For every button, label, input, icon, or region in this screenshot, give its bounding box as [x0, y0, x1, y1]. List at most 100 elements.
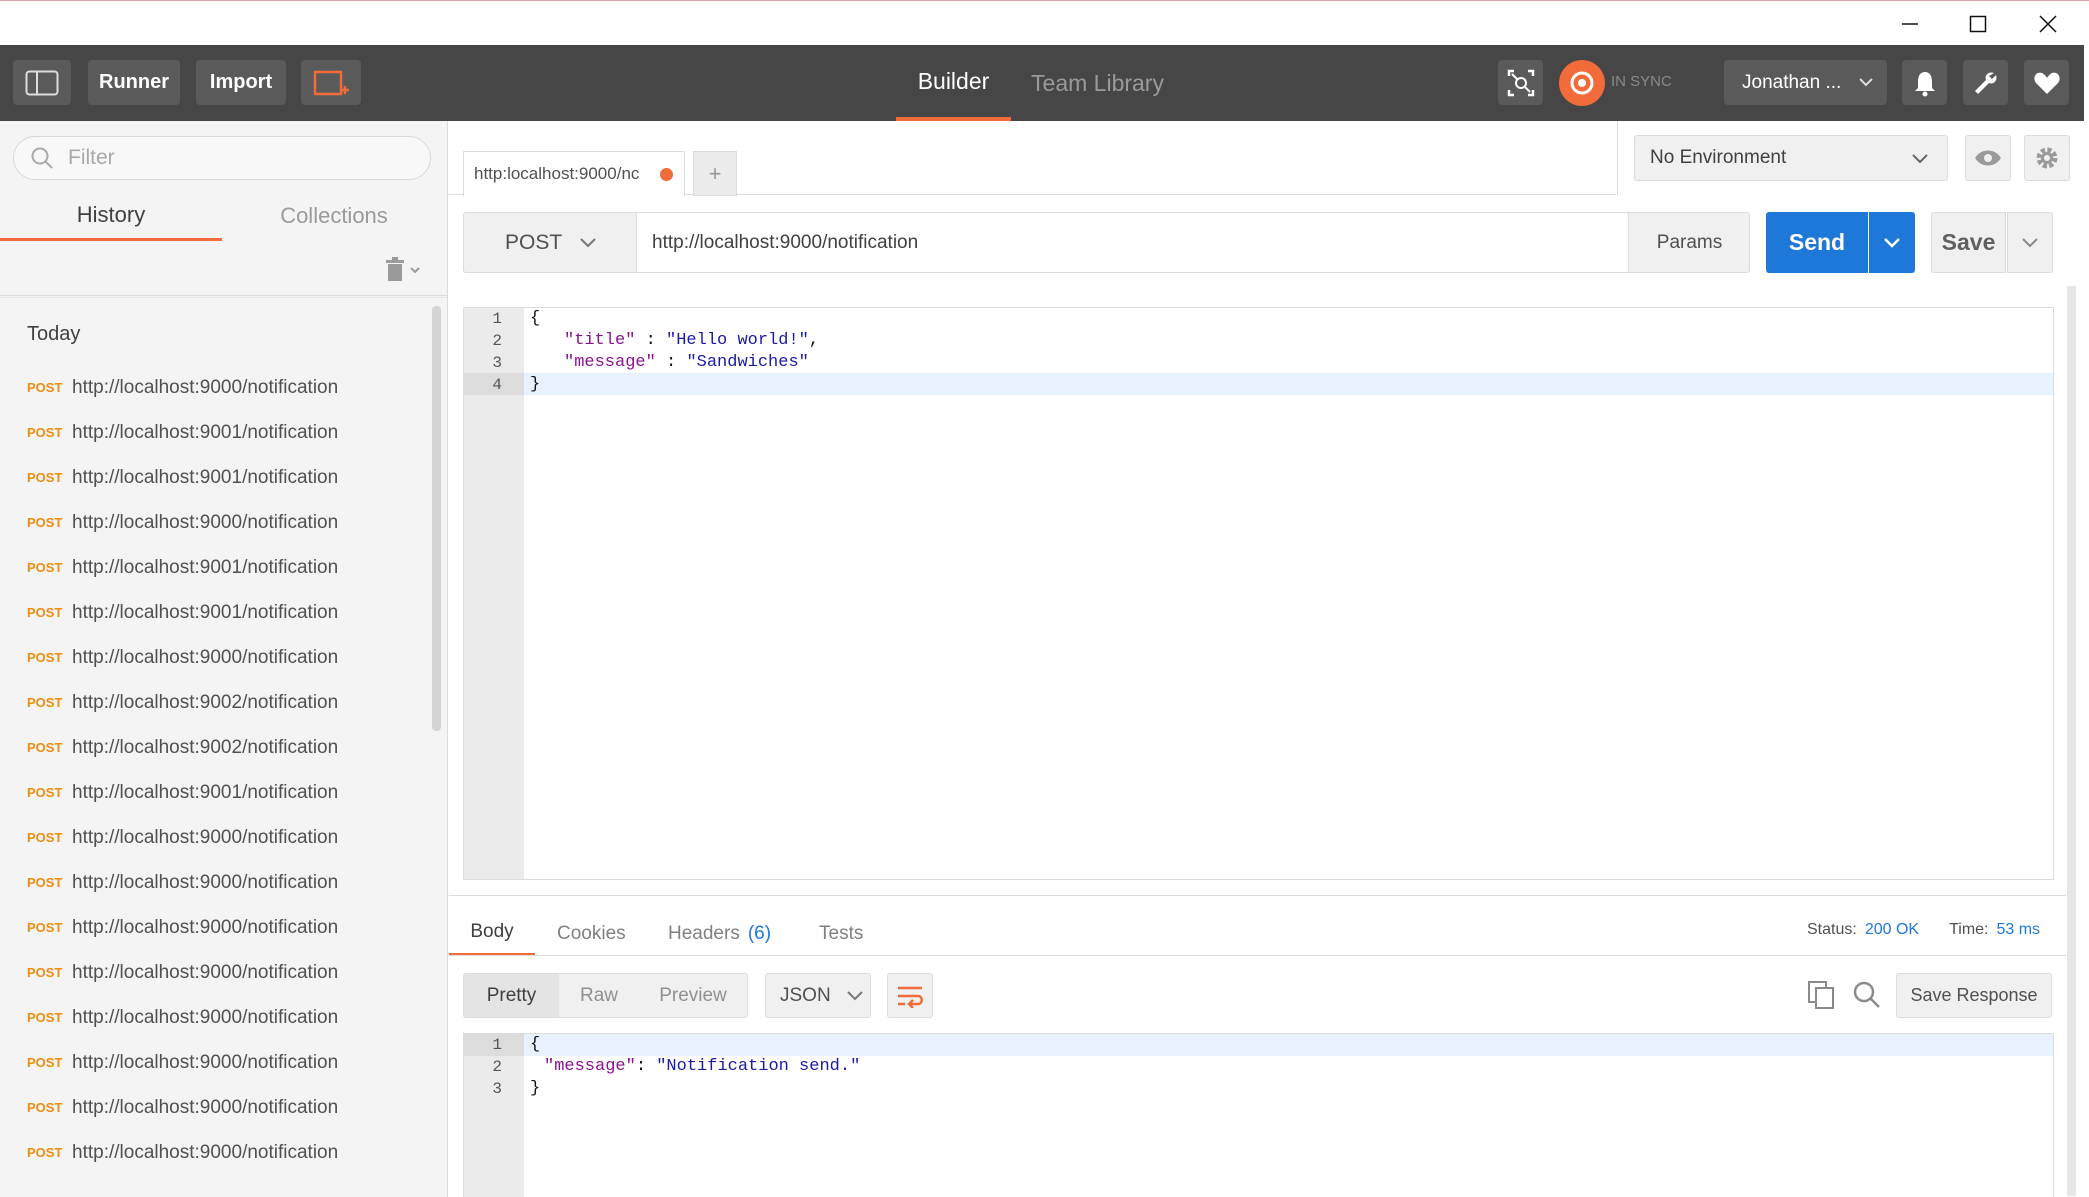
history-item-method: POST — [27, 1055, 63, 1070]
interceptor-icon[interactable] — [1498, 60, 1543, 105]
code-brace: { — [530, 1035, 541, 1054]
chevron-down-icon — [1859, 78, 1873, 87]
add-tab-button[interactable]: + — [693, 151, 737, 196]
code-line: 2 "title" : "Hello world!", — [464, 330, 1964, 352]
environment-select[interactable]: No Environment — [1634, 135, 1948, 181]
history-item-url: http://localhost:9001/notification — [72, 466, 339, 488]
history-item-url: http://localhost:9000/notification — [72, 376, 339, 398]
eye-icon[interactable] — [1965, 135, 2011, 181]
copy-icon[interactable] — [1807, 980, 1837, 1015]
tab-history[interactable]: History — [0, 191, 222, 241]
tab-team-library[interactable]: Team Library — [1025, 45, 1170, 121]
history-item[interactable]: POST http://localhost:9002/notification — [27, 680, 338, 725]
history-item[interactable]: POST http://localhost:9001/notification — [27, 770, 338, 815]
history-item[interactable]: POST http://localhost:9001/notification — [27, 590, 338, 635]
history-item[interactable]: POST http://localhost:9001/notification — [27, 410, 338, 455]
history-item-url: http://localhost:9000/notification — [72, 1141, 339, 1163]
sidebar-scrollbar[interactable] — [432, 306, 441, 731]
close-icon[interactable] — [2013, 1, 2083, 46]
save-button[interactable]: Save — [1931, 212, 2006, 273]
trash-icon[interactable] — [384, 257, 424, 288]
history-item-method: POST — [27, 515, 63, 530]
history-item[interactable]: POST http://localhost:9000/notification — [27, 1130, 338, 1175]
tab-cookies[interactable]: Cookies — [557, 911, 626, 956]
sync-icon[interactable] — [1559, 60, 1605, 106]
main-panel: http:localhost:9000/nc + No Environment … — [449, 121, 2084, 1197]
divider — [0, 295, 447, 296]
code-line: 3 "message" : "Sandwiches" — [464, 352, 1964, 374]
history-item[interactable]: POST http://localhost:9002/notification — [27, 725, 338, 770]
history-item-url: http://localhost:9001/notification — [72, 421, 339, 443]
wrap-lines-icon[interactable] — [887, 973, 933, 1018]
heart-icon[interactable] — [2024, 60, 2069, 105]
history-item[interactable]: POST http://localhost:9000/notification — [27, 1040, 338, 1085]
history-item-method: POST — [27, 695, 63, 710]
history-item[interactable]: POST http://localhost:9001/notification — [27, 455, 338, 500]
history-item-url: http://localhost:9001/notification — [72, 601, 339, 623]
code-brace: { — [530, 309, 541, 328]
url-input[interactable]: http://localhost:9000/notification — [636, 213, 1629, 272]
code-key: "message" — [544, 1057, 636, 1076]
request-tab[interactable]: http:localhost:9000/nc — [463, 151, 685, 196]
filter-input[interactable]: Filter — [13, 136, 431, 180]
history-item[interactable]: POST http://localhost:9000/notification — [27, 995, 338, 1040]
tab-headers[interactable]: Headers (6) — [668, 911, 771, 956]
history-item[interactable]: POST http://localhost:9001/notification — [27, 545, 338, 590]
maximize-icon[interactable] — [1943, 1, 2013, 46]
tab-collections[interactable]: Collections — [222, 191, 446, 241]
response-body-viewer[interactable]: 1{2 "message": "Notification send." 3} — [463, 1033, 2054, 1197]
toggle-sidebar-icon[interactable] — [13, 60, 71, 105]
time-value: 53 ms — [1996, 921, 2041, 938]
main-scrollbar[interactable] — [2067, 286, 2076, 1196]
history-item-method: POST — [27, 1145, 63, 1160]
user-menu[interactable]: Jonathan ... — [1724, 60, 1887, 105]
minimize-icon[interactable] — [1875, 1, 1945, 46]
settings-wrench-icon[interactable] — [1963, 60, 2008, 105]
history-item[interactable]: POST http://localhost:9000/notification — [27, 905, 338, 950]
send-button[interactable]: Send — [1766, 212, 1868, 273]
save-options-button[interactable] — [2007, 212, 2053, 273]
history-item-method: POST — [27, 965, 63, 980]
divider — [449, 895, 2066, 896]
history-item[interactable]: POST http://localhost:9000/notification — [27, 950, 338, 995]
code-brace: } — [530, 375, 541, 394]
pretty-button[interactable]: Pretty — [464, 974, 559, 1017]
line-number: 1 — [492, 1036, 502, 1054]
send-options-button[interactable] — [1869, 212, 1915, 273]
history-item[interactable]: POST http://localhost:9000/notification — [27, 860, 338, 905]
runner-button[interactable]: Runner — [88, 60, 180, 105]
code-line: 1{ — [464, 308, 1964, 330]
divider — [0, 297, 447, 298]
gear-icon[interactable] — [2024, 135, 2070, 181]
request-body-editor[interactable]: 1{2 "title" : "Hello world!", 3 "message" :… — [463, 307, 2054, 880]
params-button[interactable]: Params — [1630, 213, 1749, 272]
method-select[interactable]: POST — [464, 213, 636, 272]
line-number: 2 — [492, 1058, 502, 1076]
history-item-method: POST — [27, 1010, 63, 1025]
request-tab-title: http:localhost:9000/nc — [474, 164, 640, 183]
format-select[interactable]: JSON — [765, 973, 871, 1018]
code-line: 4} — [464, 374, 1964, 396]
history-item-url: http://localhost:9002/notification — [72, 691, 339, 713]
code-text: "message" : "Sandwiches" — [524, 352, 809, 374]
save-response-button[interactable]: Save Response — [1896, 973, 2052, 1018]
tab-tests[interactable]: Tests — [819, 911, 863, 956]
history-item-method: POST — [27, 785, 63, 800]
history-group-label: Today — [27, 323, 81, 345]
tab-builder[interactable]: Builder — [896, 45, 1011, 121]
import-button[interactable]: Import — [196, 60, 286, 105]
history-item[interactable]: POST http://localhost:9000/notification — [27, 365, 338, 410]
new-tab-icon[interactable] — [301, 60, 361, 105]
code-key: "title" — [564, 331, 636, 350]
history-item[interactable]: POST http://localhost:9000/notification — [27, 500, 338, 545]
preview-button[interactable]: Preview — [639, 974, 747, 1017]
history-item-url: http://localhost:9000/notification — [72, 1096, 339, 1118]
history-item[interactable]: POST http://localhost:9000/notification — [27, 815, 338, 860]
history-item[interactable]: POST http://localhost:9000/notification — [27, 635, 338, 680]
raw-button[interactable]: Raw — [559, 974, 639, 1017]
search-icon[interactable] — [1852, 980, 1882, 1015]
history-item[interactable]: POST http://localhost:9000/notification — [27, 1085, 338, 1130]
tab-body[interactable]: Body — [449, 911, 535, 956]
history-item-url: http://localhost:9000/notification — [72, 871, 339, 893]
notifications-icon[interactable] — [1902, 60, 1947, 105]
